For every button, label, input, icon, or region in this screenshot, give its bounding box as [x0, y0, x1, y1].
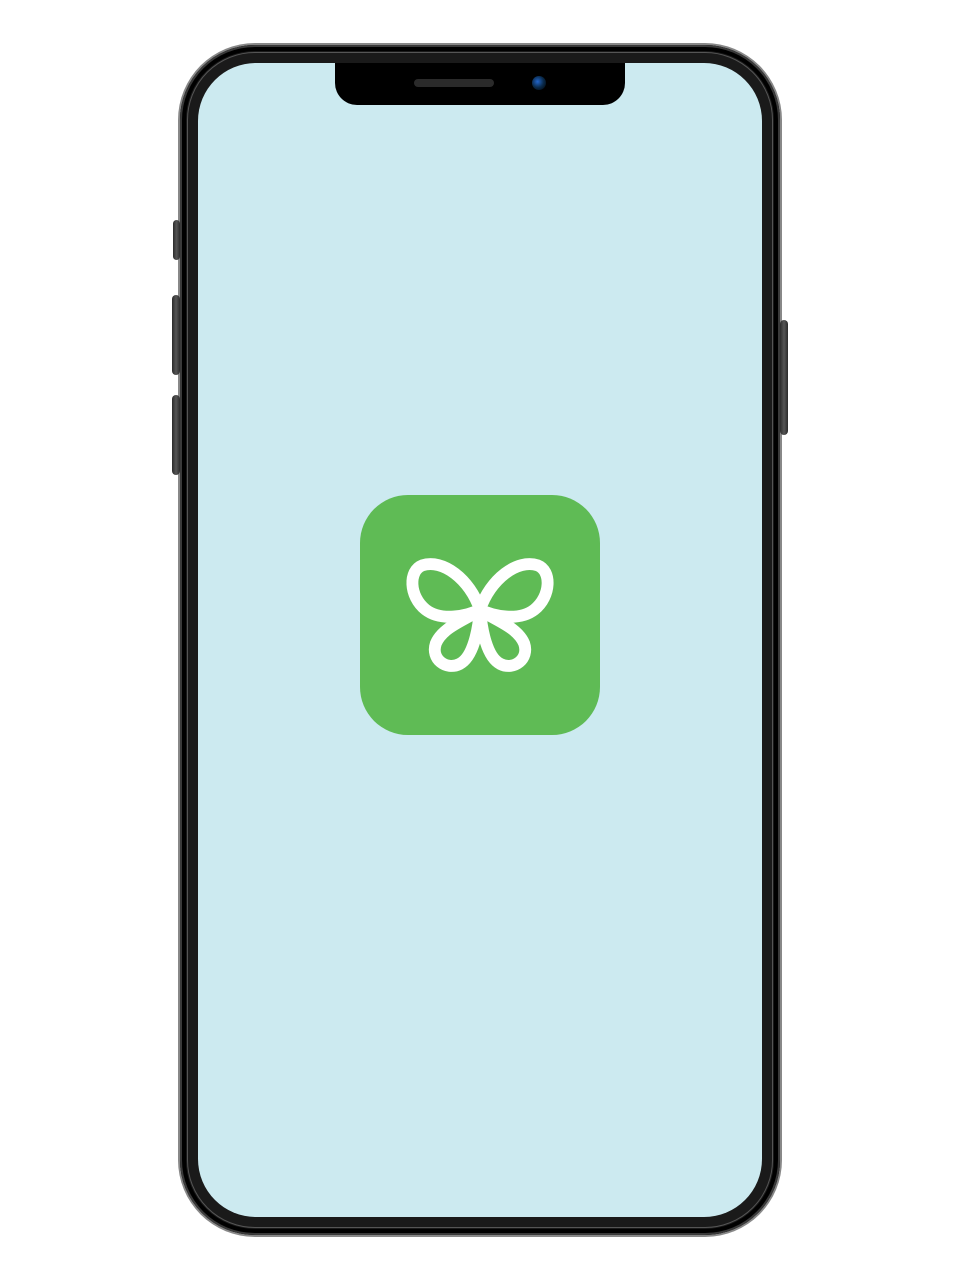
silence-switch: [173, 220, 180, 260]
volume-down-button: [172, 395, 180, 475]
power-button: [780, 320, 788, 435]
speaker-grille: [414, 79, 494, 87]
phone-screen: [198, 63, 762, 1217]
app-icon-tile[interactable]: [360, 495, 600, 735]
phone-notch: [335, 63, 625, 105]
screen-content: [198, 63, 762, 1217]
phone-frame: [180, 45, 780, 1235]
front-camera: [532, 76, 546, 90]
butterfly-icon: [395, 528, 565, 703]
volume-up-button: [172, 295, 180, 375]
